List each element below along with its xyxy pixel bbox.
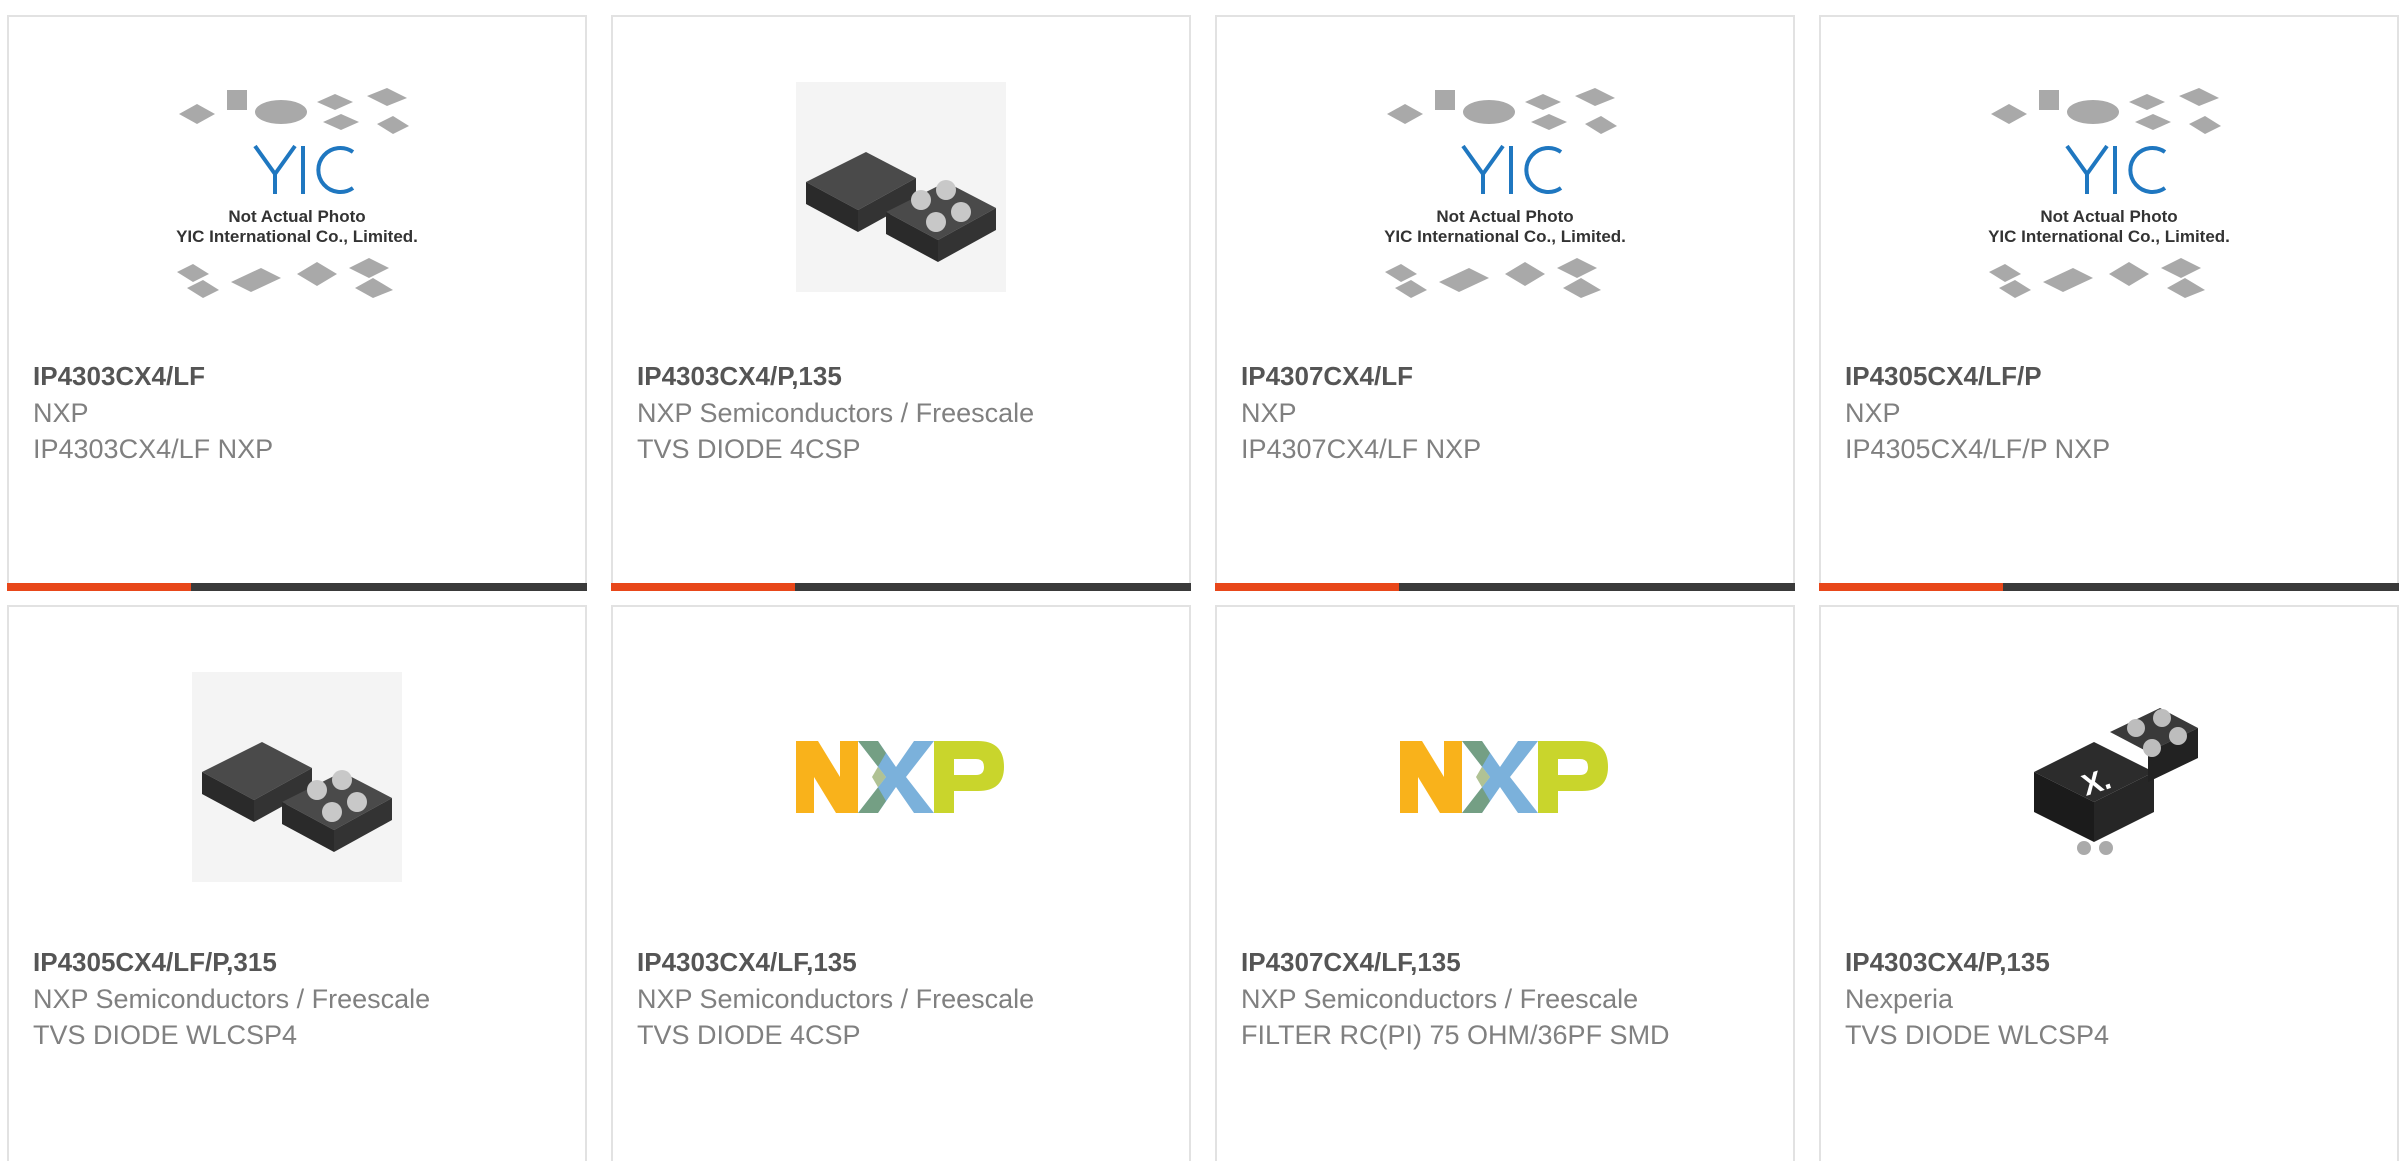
part-number[interactable]: IP4303CX4/LF,135 <box>637 943 1165 981</box>
placeholder-line2: YIC International Co., Limited. <box>1988 227 2230 246</box>
part-number[interactable]: IP4307CX4/LF <box>1241 357 1769 395</box>
description: TVS DIODE 4CSP <box>637 1020 861 1050</box>
description: TVS DIODE 4CSP <box>637 434 861 464</box>
manufacturer: NXP <box>1241 398 1297 428</box>
product-grid: Not Actual Photo YIC International Co., … <box>0 0 2400 1161</box>
manufacturer: NXP Semiconductors / Freescale <box>1241 984 1639 1014</box>
product-image <box>613 607 1189 947</box>
yic-placeholder-image: Not Actual Photo YIC International Co., … <box>1988 88 2230 298</box>
chip-4ball-image <box>796 82 1006 292</box>
product-image: X. <box>1821 607 2397 947</box>
description: FILTER RC(PI) 75 OHM/36PF SMD <box>1241 1020 1670 1050</box>
nxp-logo-icon <box>1400 741 1608 813</box>
chip-4ball-image <box>192 672 402 882</box>
product-card[interactable]: Not Actual Photo YIC International Co., … <box>7 15 587 591</box>
description: IP4303CX4/LF NXP <box>33 434 274 464</box>
yic-placeholder-image: Not Actual Photo YIC International Co., … <box>1384 88 1626 298</box>
manufacturer: Nexperia <box>1845 984 1954 1014</box>
manufacturer: NXP Semiconductors / Freescale <box>33 984 431 1014</box>
nxp-logo-icon <box>796 741 1004 813</box>
description: TVS DIODE WLCSP4 <box>1845 1020 2110 1050</box>
placeholder-line1: Not Actual Photo <box>228 207 365 226</box>
placeholder-line2: YIC International Co., Limited. <box>176 227 418 246</box>
yic-placeholder-image: Not Actual Photo YIC International Co., … <box>176 88 418 298</box>
product-card[interactable]: Not Actual Photo YIC International Co., … <box>1215 15 1795 591</box>
part-number[interactable]: IP4303CX4/LF <box>33 357 561 395</box>
manufacturer: NXP <box>1845 398 1901 428</box>
product-image <box>9 607 585 947</box>
product-image <box>1217 607 1793 947</box>
product-card[interactable]: IP4307CX4/LF,135 NXP Semiconductors / Fr… <box>1215 605 1795 1161</box>
product-card[interactable]: Not Actual Photo YIC International Co., … <box>1819 15 2399 591</box>
part-number[interactable]: IP4303CX4/P,135 <box>637 357 1165 395</box>
part-number[interactable]: IP4305CX4/LF/P <box>1845 357 2373 395</box>
description: IP4305CX4/LF/P NXP <box>1845 434 2111 464</box>
card-accent-bar <box>1819 583 2399 591</box>
part-number[interactable]: IP4305CX4/LF/P,315 <box>33 943 561 981</box>
description: TVS DIODE WLCSP4 <box>33 1020 298 1050</box>
nexperia-chip-image: X. <box>2034 708 2198 855</box>
card-accent-bar <box>611 583 1191 591</box>
card-accent-bar <box>1215 583 1795 591</box>
placeholder-line1: Not Actual Photo <box>1436 207 1573 226</box>
product-image <box>613 17 1189 357</box>
product-card[interactable]: X. IP4303CX4/P,135 Nexperia TVS DIODE WL… <box>1819 605 2399 1161</box>
part-number[interactable]: IP4307CX4/LF,135 <box>1241 943 1769 981</box>
part-number[interactable]: IP4303CX4/P,135 <box>1845 943 2373 981</box>
placeholder-line1: Not Actual Photo <box>2040 207 2177 226</box>
placeholder-line2: YIC International Co., Limited. <box>1384 227 1626 246</box>
card-accent-bar <box>7 583 587 591</box>
product-card[interactable]: IP4305CX4/LF/P,315 NXP Semiconductors / … <box>7 605 587 1161</box>
product-image: Not Actual Photo YIC International Co., … <box>1217 17 1793 357</box>
product-card[interactable]: IP4303CX4/P,135 NXP Semiconductors / Fre… <box>611 15 1191 591</box>
manufacturer: NXP Semiconductors / Freescale <box>637 984 1035 1014</box>
product-image: Not Actual Photo YIC International Co., … <box>9 17 585 357</box>
product-image: Not Actual Photo YIC International Co., … <box>1821 17 2397 357</box>
description: IP4307CX4/LF NXP <box>1241 434 1482 464</box>
manufacturer: NXP Semiconductors / Freescale <box>637 398 1035 428</box>
manufacturer: NXP <box>33 398 89 428</box>
product-card[interactable]: IP4303CX4/LF,135 NXP Semiconductors / Fr… <box>611 605 1191 1161</box>
